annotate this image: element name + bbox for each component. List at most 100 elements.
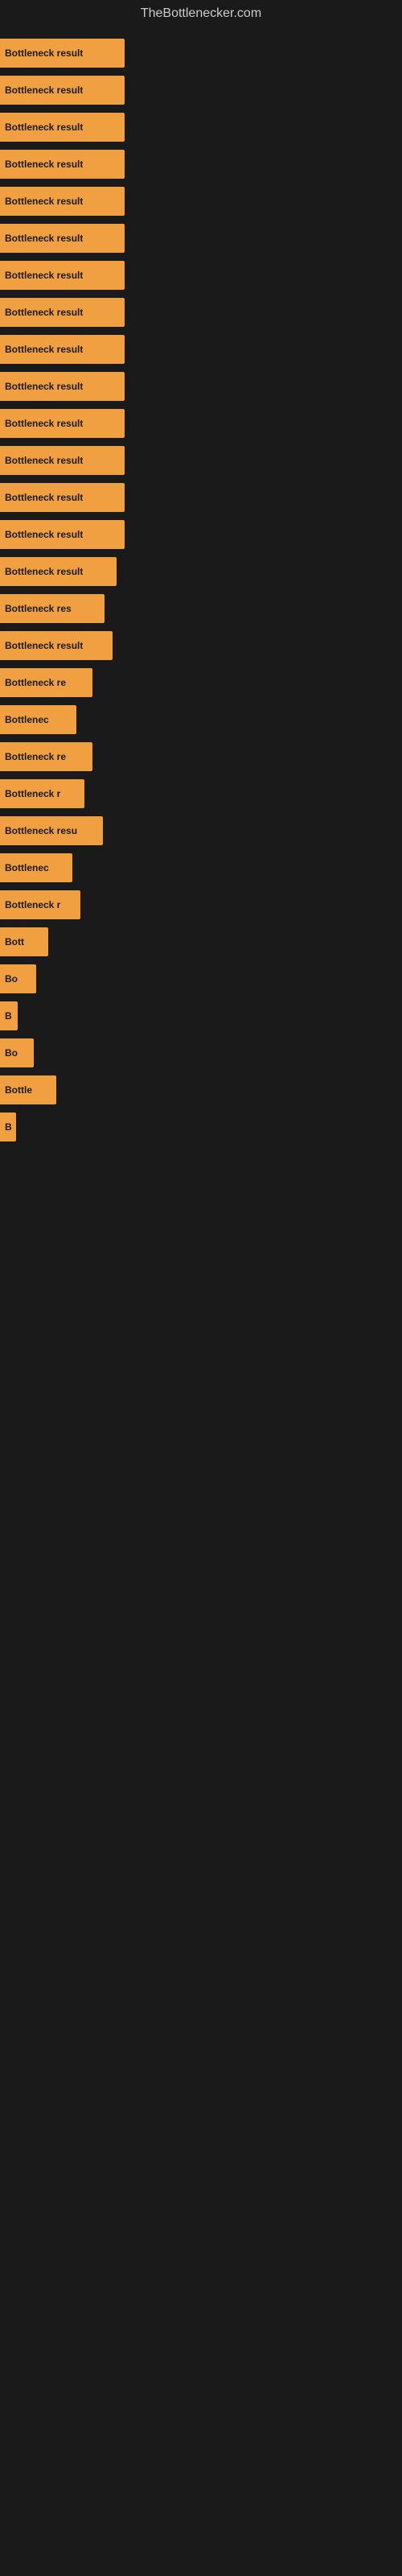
bar-label: Bottleneck result <box>5 196 83 207</box>
result-bar[interactable]: Bo <box>0 1038 34 1067</box>
result-bar[interactable]: Bottleneck r <box>0 779 84 808</box>
bar-row <box>0 1406 402 1441</box>
bar-row <box>0 1294 402 1330</box>
bar-row: Bottleneck result <box>0 480 402 515</box>
bar-row: Bottleneck res <box>0 591 402 626</box>
bar-row: B <box>0 998 402 1034</box>
bar-row: Bottlenec <box>0 702 402 737</box>
bar-label: Bottleneck re <box>5 677 66 688</box>
bar-label: Bottleneck resu <box>5 825 77 836</box>
bar-row <box>0 1739 402 1774</box>
result-bar[interactable]: Bottleneck result <box>0 187 125 216</box>
result-bar[interactable]: Bottleneck res <box>0 594 105 623</box>
result-bar[interactable]: Bottleneck result <box>0 261 125 290</box>
bar-label: Bottleneck result <box>5 233 83 244</box>
bar-row: Bottleneck result <box>0 554 402 589</box>
bar-label: Bottleneck result <box>5 418 83 429</box>
bar-label: Bottleneck result <box>5 159 83 170</box>
result-bar[interactable]: Bottleneck result <box>0 520 125 549</box>
bar-label: Bo <box>5 973 18 985</box>
bar-row <box>0 2035 402 2070</box>
bar-row: Bottleneck result <box>0 443 402 478</box>
bar-row: Bottleneck result <box>0 109 402 145</box>
bar-row: B <box>0 1109 402 1145</box>
result-bar[interactable]: Bottle <box>0 1075 56 1104</box>
bar-row: Bo <box>0 961 402 997</box>
result-bar[interactable]: Bottleneck result <box>0 409 125 438</box>
bar-label: Bottleneck res <box>5 603 72 614</box>
bar-label: B <box>5 1010 12 1022</box>
bar-row: Bottleneck result <box>0 184 402 219</box>
result-bar[interactable]: Bottleneck result <box>0 557 117 586</box>
bar-label: Bottleneck r <box>5 899 60 910</box>
bar-row <box>0 1887 402 1922</box>
site-title: TheBottlenecker.com <box>0 0 402 27</box>
bar-label: Bottleneck result <box>5 85 83 96</box>
bar-row <box>0 1183 402 1219</box>
bar-row: Bott <box>0 924 402 960</box>
bar-row <box>0 1480 402 1515</box>
result-bar[interactable]: Bott <box>0 927 48 956</box>
bar-row: Bottleneck result <box>0 628 402 663</box>
result-bar[interactable]: B <box>0 1001 18 1030</box>
result-bar[interactable]: Bottleneck result <box>0 298 125 327</box>
bar-row: Bottleneck re <box>0 665 402 700</box>
result-bar[interactable]: Bottleneck result <box>0 150 125 179</box>
bar-row <box>0 2072 402 2107</box>
result-bar[interactable]: Bottleneck result <box>0 39 125 68</box>
bar-row <box>0 1776 402 1811</box>
result-bar[interactable]: Bottleneck result <box>0 76 125 105</box>
bar-row: Bottle <box>0 1072 402 1108</box>
bar-row: Bottleneck result <box>0 517 402 552</box>
result-bar[interactable]: Bottleneck result <box>0 631 113 660</box>
result-bar[interactable]: Bottlenec <box>0 705 76 734</box>
bar-row: Bottleneck result <box>0 258 402 293</box>
bar-label: Bottleneck result <box>5 529 83 540</box>
result-bar[interactable]: B <box>0 1113 16 1141</box>
bar-row: Bottleneck resu <box>0 813 402 848</box>
result-bar[interactable]: Bottleneck result <box>0 372 125 401</box>
bar-label: Bottleneck result <box>5 640 83 651</box>
bar-row <box>0 2257 402 2293</box>
bar-label: Bottleneck result <box>5 492 83 503</box>
bar-row: Bottleneck result <box>0 295 402 330</box>
result-bar[interactable]: Bottleneck re <box>0 668 92 697</box>
bar-row <box>0 2183 402 2219</box>
bar-row <box>0 1331 402 1367</box>
result-bar[interactable]: Bottleneck result <box>0 335 125 364</box>
result-bar[interactable]: Bottleneck result <box>0 446 125 475</box>
bar-row: Bottleneck result <box>0 332 402 367</box>
bar-label: Bottleneck result <box>5 566 83 577</box>
result-bar[interactable]: Bottleneck resu <box>0 816 103 845</box>
result-bar[interactable]: Bottlenec <box>0 853 72 882</box>
bar-row: Bottleneck r <box>0 887 402 923</box>
bar-row <box>0 1665 402 1700</box>
bars-container: Bottleneck result Bottleneck result Bottle… <box>0 27 402 2302</box>
bar-row: Bottleneck re <box>0 739 402 774</box>
result-bar[interactable]: Bo <box>0 964 36 993</box>
result-bar[interactable]: Bottleneck result <box>0 483 125 512</box>
bar-row <box>0 1220 402 1256</box>
bar-label: Bottle <box>5 1084 32 1096</box>
bar-label: Bottlenec <box>5 714 49 725</box>
bar-row: Bottleneck result <box>0 147 402 182</box>
bar-row: Bottleneck result <box>0 35 402 71</box>
result-bar[interactable]: Bottleneck result <box>0 224 125 253</box>
bar-label: Bo <box>5 1047 18 1059</box>
result-bar[interactable]: Bottleneck r <box>0 890 80 919</box>
bar-row <box>0 1813 402 1848</box>
bar-row <box>0 1368 402 1404</box>
bar-row <box>0 1554 402 1589</box>
bar-row <box>0 1961 402 1996</box>
bar-row <box>0 1998 402 2033</box>
bar-label: Bottleneck result <box>5 307 83 318</box>
result-bar[interactable]: Bottleneck re <box>0 742 92 771</box>
bar-row: Bottleneck result <box>0 221 402 256</box>
bar-row <box>0 2220 402 2256</box>
result-bar[interactable]: Bottleneck result <box>0 113 125 142</box>
bar-row <box>0 1924 402 1959</box>
bar-row <box>0 1850 402 1885</box>
bar-label: Bottleneck r <box>5 788 60 799</box>
bar-row <box>0 1146 402 1182</box>
bar-label: Bottleneck result <box>5 270 83 281</box>
